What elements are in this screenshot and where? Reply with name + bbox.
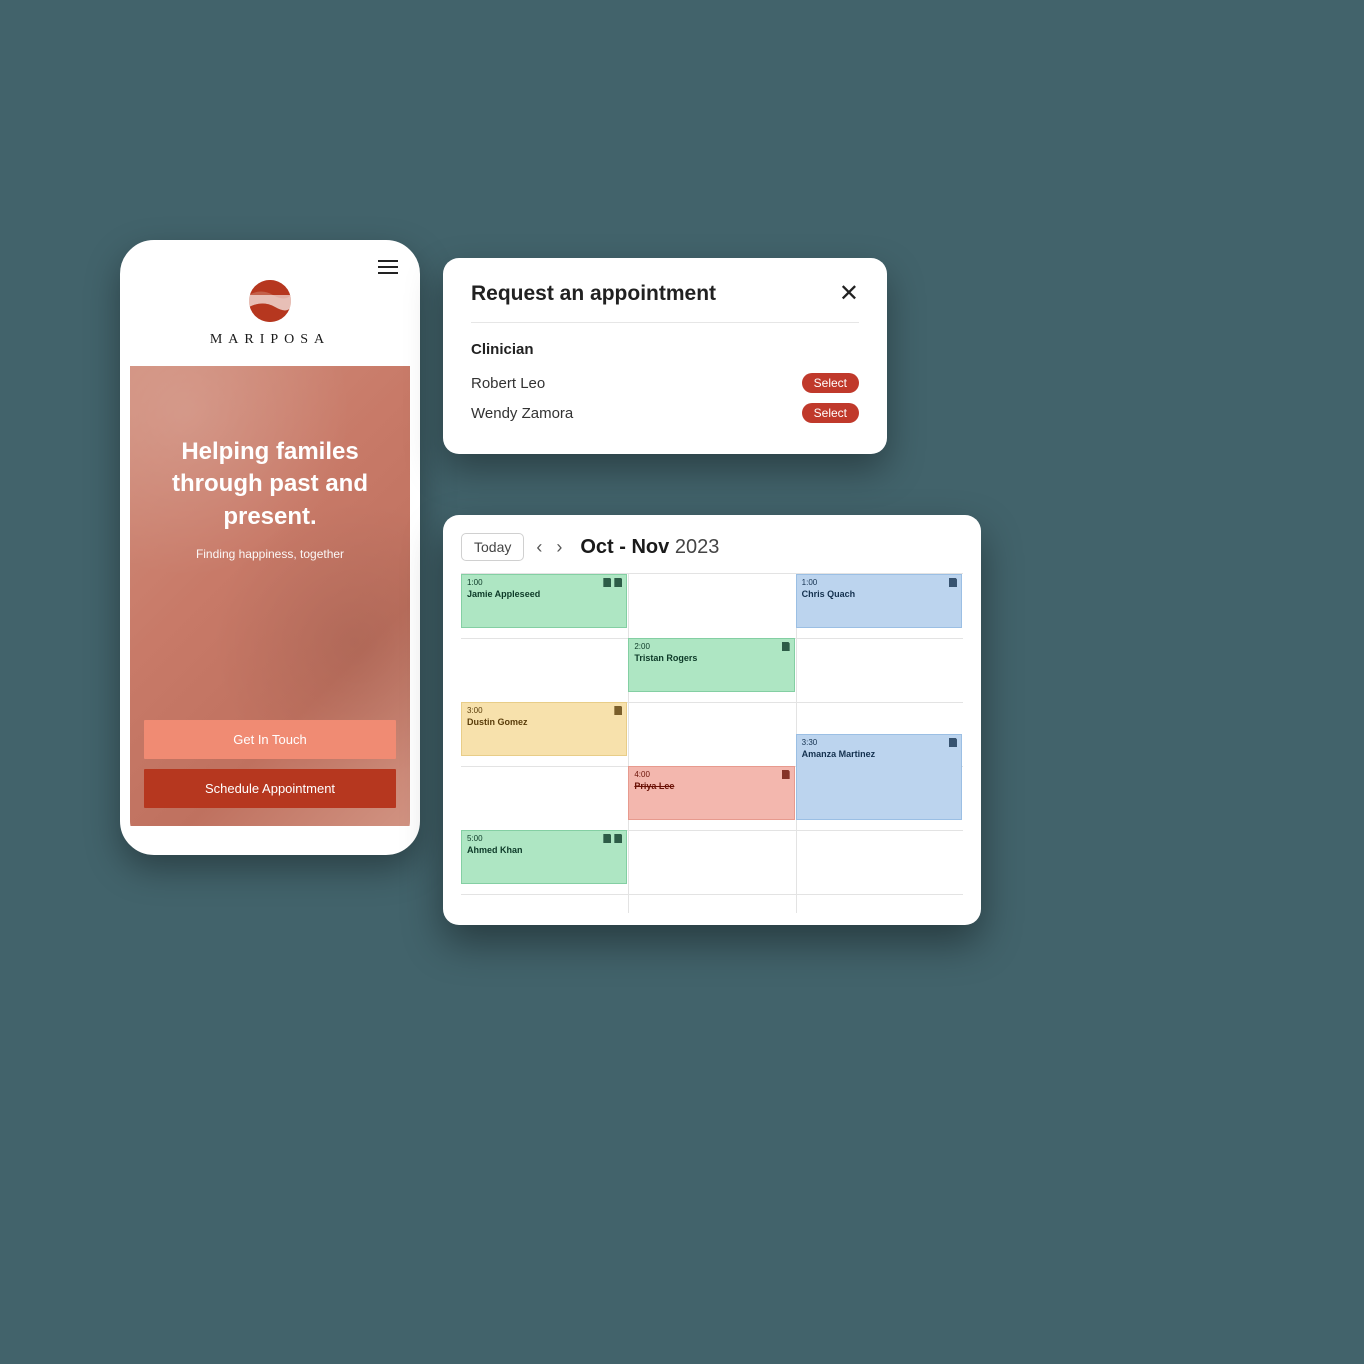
calendar-range-months: Oct - Nov: [580, 536, 669, 558]
hamburger-icon[interactable]: [378, 260, 398, 274]
event-time: 2:00: [634, 642, 788, 652]
hero-section: Helping familes through past and present…: [130, 366, 410, 826]
phone-topbar: [130, 250, 410, 278]
calendar-event[interactable]: 3:00Dustin Gomez: [461, 702, 627, 756]
schedule-appointment-button[interactable]: Schedule Appointment: [144, 769, 396, 808]
brand-area: MARIPOSA: [130, 278, 410, 366]
appointment-card: Request an appointment ✕ Clinician Rober…: [443, 258, 887, 454]
phone-mockup: MARIPOSA Helping familes through past an…: [120, 240, 420, 855]
hero-subtitle: Finding happiness, together: [150, 547, 390, 561]
chevron-left-icon[interactable]: ‹: [534, 538, 544, 556]
calendar-range: Oct - Nov 2023: [580, 536, 719, 559]
calendar-event[interactable]: 1:00Jamie Appleseed: [461, 574, 627, 628]
event-name: Tristan Rogers: [634, 653, 788, 664]
select-button[interactable]: Select: [802, 403, 859, 423]
brand-wordmark: MARIPOSA: [130, 332, 410, 348]
event-name: Priya Lee: [634, 781, 788, 792]
hero-buttons: Get In Touch Schedule Appointment: [144, 720, 396, 808]
brand-logo-icon: [249, 280, 291, 322]
appointment-header: Request an appointment ✕: [471, 282, 859, 323]
calendar-range-year: 2023: [675, 536, 720, 558]
event-name: Dustin Gomez: [467, 717, 621, 728]
calendar-event[interactable]: 2:00Tristan Rogers: [628, 638, 794, 692]
calendar-grid[interactable]: 1:00Jamie Appleseed1:00Chris Quach2:00Tr…: [461, 573, 963, 913]
appointment-title: Request an appointment: [471, 282, 716, 306]
calendar-event[interactable]: 3:30Amanza Martinez: [796, 734, 962, 820]
clinician-name: Robert Leo: [471, 375, 545, 392]
select-button[interactable]: Select: [802, 373, 859, 393]
event-time: 1:00: [467, 578, 621, 588]
close-icon[interactable]: ✕: [839, 282, 859, 306]
event-time: 3:00: [467, 706, 621, 716]
hero-title: Helping familes through past and present…: [150, 436, 390, 533]
calendar-event[interactable]: 4:00Priya Lee: [628, 766, 794, 820]
event-name: Amanza Martinez: [802, 749, 956, 760]
event-time: 5:00: [467, 834, 621, 844]
calendar-event[interactable]: 5:00Ahmed Khan: [461, 830, 627, 884]
calendar-header: Today ‹ › Oct - Nov 2023: [461, 533, 963, 561]
clinician-name: Wendy Zamora: [471, 405, 573, 422]
appointment-body: Clinician Robert Leo Select Wendy Zamora…: [471, 323, 859, 428]
get-in-touch-button[interactable]: Get In Touch: [144, 720, 396, 759]
calendar-card: Today ‹ › Oct - Nov 2023 1:00Jamie Apple…: [443, 515, 981, 925]
clinician-row: Wendy Zamora Select: [471, 398, 859, 428]
event-name: Jamie Appleseed: [467, 589, 621, 600]
event-time: 1:00: [802, 578, 956, 588]
event-name: Chris Quach: [802, 589, 956, 600]
event-time: 3:30: [802, 738, 956, 748]
today-button[interactable]: Today: [461, 533, 524, 561]
clinician-row: Robert Leo Select: [471, 368, 859, 398]
clinician-label: Clinician: [471, 341, 859, 358]
calendar-event[interactable]: 1:00Chris Quach: [796, 574, 962, 628]
chevron-right-icon[interactable]: ›: [554, 538, 564, 556]
event-name: Ahmed Khan: [467, 845, 621, 856]
event-time: 4:00: [634, 770, 788, 780]
